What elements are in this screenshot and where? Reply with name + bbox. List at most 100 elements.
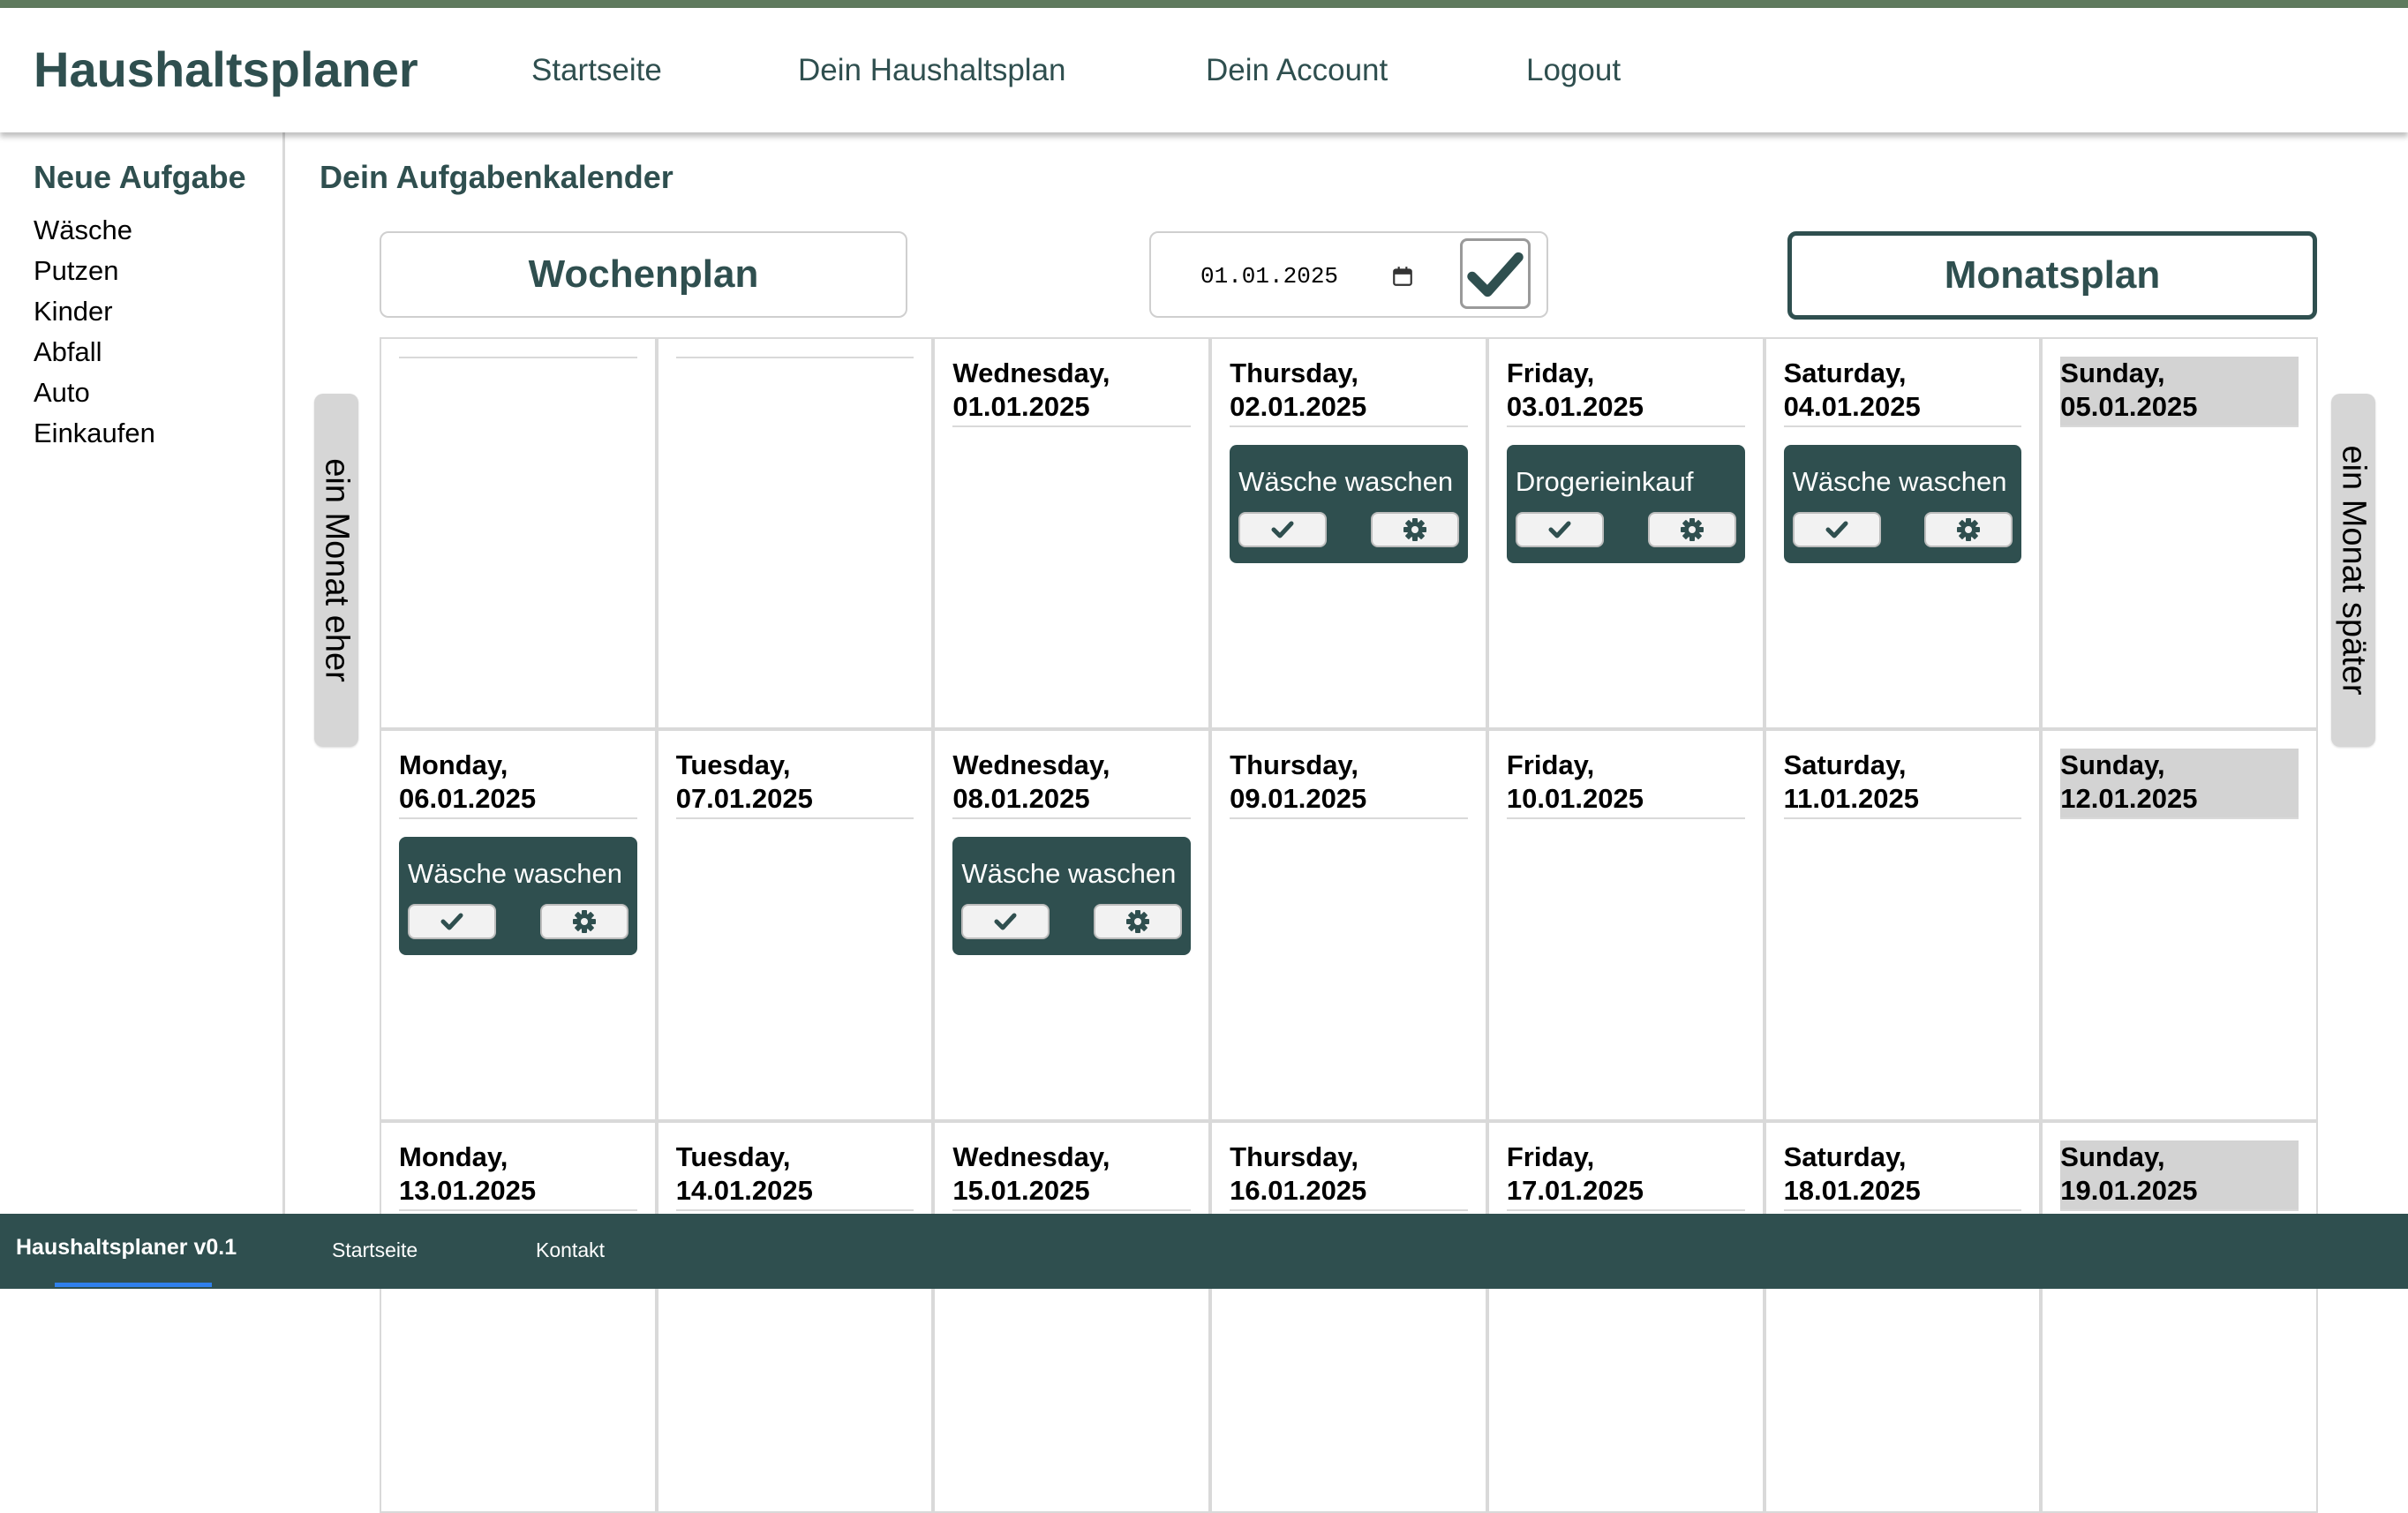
calendar-day-cell[interactable]: Thursday, 16.01.2025 <box>1210 1121 1487 1513</box>
calendar-day-cell[interactable]: Sunday, 05.01.2025 <box>2041 337 2318 729</box>
footer-brand: Haushaltsplaner v0.1 <box>16 1235 237 1260</box>
task-settings-button[interactable] <box>1647 512 1736 547</box>
week-plan-button[interactable]: Wochenplan <box>380 231 907 318</box>
task-done-button[interactable] <box>1792 512 1881 547</box>
calendar-day-cell[interactable] <box>656 337 934 729</box>
sidebar-item-auto[interactable]: Auto <box>34 373 155 413</box>
sidebar-item-kinder[interactable]: Kinder <box>34 291 155 332</box>
calendar-day-cell[interactable]: Tuesday, 07.01.2025 <box>656 729 934 1121</box>
previous-month-button[interactable]: ein Monat eher <box>314 394 358 747</box>
calendar-day-cell[interactable]: Wednesday, 08.01.2025 Wäsche waschen <box>933 729 1211 1121</box>
sidebar-item-waesche[interactable]: Wäsche <box>34 210 155 251</box>
month-plan-button[interactable]: Monatsplan <box>1787 231 2317 320</box>
calendar-day-cell[interactable]: Wednesday, 15.01.2025 <box>933 1121 1211 1513</box>
sidebar-item-putzen[interactable]: Putzen <box>34 251 155 291</box>
task-title: Drogerieinkauf <box>1515 466 1694 497</box>
day-label: Monday, 06.01.2025 <box>399 749 637 819</box>
gear-icon <box>1957 518 1981 541</box>
next-month-label: ein Monat später <box>2335 445 2373 696</box>
calendar-day-cell[interactable]: Sunday, 12.01.2025 <box>2041 729 2318 1121</box>
day-label: Friday, 10.01.2025 <box>1506 749 1745 819</box>
calendar-day-cell[interactable]: Saturday, 04.01.2025 Wäsche waschen <box>1764 337 2042 729</box>
check-icon <box>1467 252 1524 297</box>
day-label: Saturday, 18.01.2025 <box>1783 1140 2022 1211</box>
day-label: Sunday, 12.01.2025 <box>2060 749 2299 819</box>
gear-icon <box>1680 518 1704 541</box>
day-label: Friday, 03.01.2025 <box>1506 357 1745 427</box>
day-label: Wednesday, 08.01.2025 <box>952 749 1192 819</box>
footer-link-startseite[interactable]: Startseite <box>332 1238 418 1262</box>
top-accent-stripe <box>0 0 2408 8</box>
task-done-button[interactable] <box>408 904 496 939</box>
nav-dein-account[interactable]: Dein Account <box>1206 52 1388 89</box>
calendar-day-cell[interactable]: Saturday, 18.01.2025 <box>1764 1121 2042 1513</box>
task-card: Wäsche waschen <box>399 837 637 955</box>
calendar-day-cell[interactable]: Friday, 17.01.2025 <box>1486 1121 1765 1513</box>
task-done-button[interactable] <box>1238 512 1328 547</box>
task-title: Wäsche waschen <box>1238 466 1454 497</box>
day-label: Friday, 17.01.2025 <box>1506 1140 1745 1211</box>
calendar-day-cell[interactable]: Friday, 10.01.2025 <box>1486 729 1765 1121</box>
task-actions <box>1792 512 2013 547</box>
nav-dein-haushaltsplan[interactable]: Dein Haushaltsplan <box>798 52 1066 89</box>
day-label: Saturday, 04.01.2025 <box>1783 357 2022 427</box>
calendar-day-cell[interactable]: Friday, 03.01.2025 Drogerieinkauf <box>1486 337 1765 729</box>
task-card: Wäsche waschen <box>1783 445 2022 563</box>
calendar-day-cell[interactable]: Monday, 13.01.2025 <box>380 1121 657 1513</box>
task-actions <box>408 904 628 939</box>
day-label: Sunday, 05.01.2025 <box>2060 357 2299 427</box>
sidebar-item-einkaufen[interactable]: Einkaufen <box>34 413 155 454</box>
gear-icon <box>1403 518 1426 541</box>
calendar-day-cell[interactable]: Thursday, 09.01.2025 <box>1210 729 1487 1121</box>
task-done-button[interactable] <box>961 904 1050 939</box>
nav-logout[interactable]: Logout <box>1526 52 1621 89</box>
footer-link-kontakt[interactable]: Kontakt <box>536 1238 605 1262</box>
next-month-button[interactable]: ein Monat später <box>2331 394 2375 747</box>
nav-startseite[interactable]: Startseite <box>531 52 662 89</box>
top-navbar: Haushaltsplaner Startseite Dein Haushalt… <box>0 8 2408 132</box>
day-label: Monday, 13.01.2025 <box>399 1140 637 1211</box>
date-input[interactable]: 01.01.2025 <box>1200 263 1338 290</box>
task-settings-button[interactable] <box>539 904 628 939</box>
calendar-day-cell[interactable]: Monday, 06.01.2025 Wäsche waschen <box>380 729 657 1121</box>
task-card: Wäsche waschen <box>1230 445 1468 563</box>
calendar-day-cell[interactable] <box>380 337 657 729</box>
calendar-day-cell[interactable]: Saturday, 11.01.2025 <box>1764 729 2042 1121</box>
task-done-button[interactable] <box>1515 512 1604 547</box>
task-card: Wäsche waschen <box>952 837 1192 955</box>
check-icon <box>994 913 1017 930</box>
check-icon <box>440 913 463 930</box>
gear-icon <box>1126 910 1150 933</box>
calendar-grid: Wednesday, 01.01.2025 Thursday, 02.01.202… <box>380 337 2318 1513</box>
date-picker: 01.01.2025 <box>1149 231 1548 318</box>
footer-active-indicator <box>55 1283 212 1287</box>
calendar-day-cell[interactable]: Sunday, 19.01.2025 <box>2041 1121 2318 1513</box>
previous-month-label: ein Monat eher <box>318 458 356 682</box>
task-settings-button[interactable] <box>1370 512 1459 547</box>
footer: Haushaltsplaner v0.1 Startseite Kontakt <box>0 1214 2408 1289</box>
day-label: Sunday, 19.01.2025 <box>2060 1140 2299 1211</box>
day-label <box>675 357 914 358</box>
task-title: Wäsche waschen <box>1792 466 2007 497</box>
check-icon <box>1825 521 1848 538</box>
task-actions <box>961 904 1183 939</box>
task-actions <box>1515 512 1736 547</box>
day-label: Thursday, 16.01.2025 <box>1230 1140 1468 1211</box>
calendar-day-cell[interactable]: Tuesday, 14.01.2025 <box>656 1121 934 1513</box>
task-title: Wäsche waschen <box>961 858 1177 889</box>
calendar-icon[interactable] <box>1391 265 1414 288</box>
day-label: Thursday, 09.01.2025 <box>1230 749 1468 819</box>
sidebar-item-abfall[interactable]: Abfall <box>34 332 155 373</box>
gear-icon <box>572 910 596 933</box>
calendar-day-cell[interactable]: Thursday, 02.01.2025 Wäsche waschen <box>1210 337 1487 729</box>
day-label: Wednesday, 01.01.2025 <box>952 357 1192 427</box>
task-card: Drogerieinkauf <box>1506 445 1745 563</box>
day-label: Saturday, 11.01.2025 <box>1783 749 2022 819</box>
calendar-day-cell[interactable]: Wednesday, 01.01.2025 <box>933 337 1211 729</box>
sidebar-title: Neue Aufgabe <box>34 159 246 195</box>
confirm-date-button[interactable] <box>1460 238 1531 309</box>
task-settings-button[interactable] <box>1094 904 1183 939</box>
page-title: Dein Aufgabenkalender <box>320 159 673 195</box>
task-settings-button[interactable] <box>1924 512 2013 547</box>
task-category-list: Wäsche Putzen Kinder Abfall Auto Einkauf… <box>34 210 155 454</box>
